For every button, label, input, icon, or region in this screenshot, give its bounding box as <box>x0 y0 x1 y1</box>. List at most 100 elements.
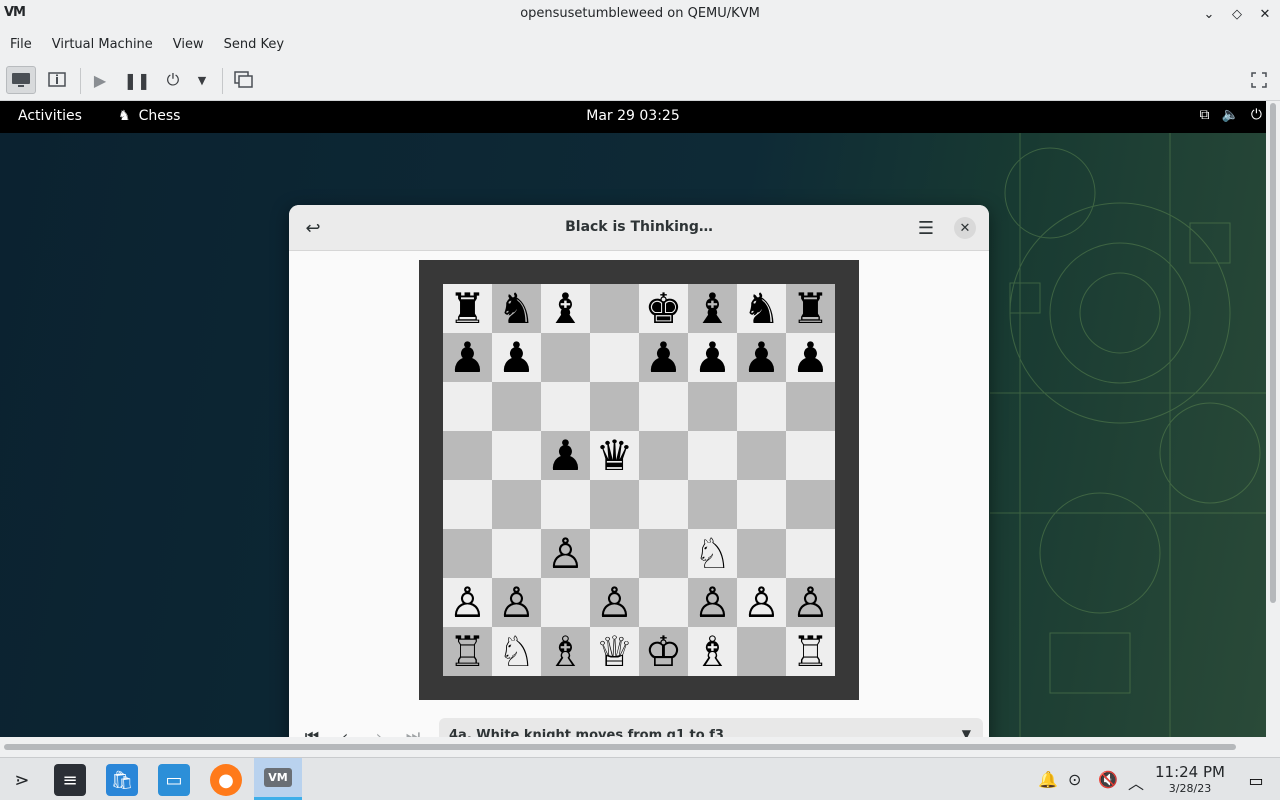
square-f5[interactable] <box>688 431 737 480</box>
square-c6[interactable] <box>541 382 590 431</box>
square-f6[interactable] <box>688 382 737 431</box>
square-d6[interactable] <box>590 382 639 431</box>
square-a8[interactable]: ♜ <box>443 284 492 333</box>
firefox-taskbar[interactable]: ● <box>210 764 242 796</box>
square-b8[interactable]: ♞ <box>492 284 541 333</box>
updates-icon[interactable]: ⊙ <box>1068 770 1081 789</box>
square-f3[interactable]: ♘ <box>688 529 737 578</box>
chess-close-button[interactable]: ✕ <box>954 217 976 239</box>
square-d1[interactable]: ♕ <box>590 627 639 676</box>
square-a7[interactable]: ♟ <box>443 333 492 382</box>
guest-display[interactable]: Activities ♞ Chess Mar 29 03:25 ⧉ 🔈 ⏻ ↩ … <box>0 101 1266 737</box>
square-d7[interactable] <box>590 333 639 382</box>
square-a1[interactable]: ♖ <box>443 627 492 676</box>
square-b6[interactable] <box>492 382 541 431</box>
square-h2[interactable]: ♙ <box>786 578 835 627</box>
menu-view[interactable]: View <box>173 37 204 52</box>
square-e2[interactable] <box>639 578 688 627</box>
square-g5[interactable] <box>737 431 786 480</box>
show-desktop-button[interactable]: ▭ <box>1240 764 1272 796</box>
snapshots-button[interactable] <box>229 66 259 94</box>
square-h7[interactable]: ♟ <box>786 333 835 382</box>
last-move-button[interactable]: ⏭ <box>398 721 428 737</box>
square-g2[interactable]: ♙ <box>737 578 786 627</box>
square-c5[interactable]: ♟ <box>541 431 590 480</box>
launcher-button[interactable]: ⋗ <box>6 764 38 796</box>
square-a2[interactable]: ♙ <box>443 578 492 627</box>
chess-board[interactable]: ♜ ♞ ♝ ♚ ♝ ♞ ♜ ♟ ♟ ♟ ♟ ♟ ♟ ♟ ♛ ♙ ♘ ♙ ♙ ♙ ♙ ♙ ♙ ♖ ♘ ♗ ♕ ♔ ♗ ♖ <box>443 284 835 676</box>
volume-muted-icon[interactable]: 🔇 <box>1098 770 1118 789</box>
square-c3[interactable]: ♙ <box>541 529 590 578</box>
horizontal-scrollbar[interactable] <box>0 737 1280 757</box>
minimize-icon[interactable]: ⌄ <box>1202 4 1216 24</box>
square-f8[interactable]: ♝ <box>688 284 737 333</box>
menu-send-key[interactable]: Send Key <box>224 37 284 52</box>
menu-file[interactable]: File <box>10 37 32 52</box>
shutdown-button[interactable]: ⏻ <box>158 66 188 94</box>
square-d2[interactable]: ♙ <box>590 578 639 627</box>
square-a3[interactable] <box>443 529 492 578</box>
pause-button[interactable]: ❚❚ <box>122 66 152 94</box>
square-f7[interactable]: ♟ <box>688 333 737 382</box>
first-move-button[interactable]: ⏮ <box>297 721 327 737</box>
square-g4[interactable] <box>737 480 786 529</box>
square-h4[interactable] <box>786 480 835 529</box>
square-h8[interactable]: ♜ <box>786 284 835 333</box>
square-a5[interactable] <box>443 431 492 480</box>
square-e6[interactable] <box>639 382 688 431</box>
square-f1[interactable]: ♗ <box>688 627 737 676</box>
square-b7[interactable]: ♟ <box>492 333 541 382</box>
square-g1[interactable] <box>737 627 786 676</box>
square-d8[interactable] <box>590 284 639 333</box>
square-a6[interactable] <box>443 382 492 431</box>
previous-move-button[interactable]: ‹ <box>330 721 360 738</box>
taskbar-clock[interactable]: 11:24 PM 3/28/23 <box>1150 763 1230 795</box>
details-view-button[interactable] <box>42 66 72 94</box>
square-c4[interactable] <box>541 480 590 529</box>
square-e5[interactable] <box>639 431 688 480</box>
square-c1[interactable]: ♗ <box>541 627 590 676</box>
square-b1[interactable]: ♘ <box>492 627 541 676</box>
square-h3[interactable] <box>786 529 835 578</box>
square-c8[interactable]: ♝ <box>541 284 590 333</box>
square-g7[interactable]: ♟ <box>737 333 786 382</box>
square-g3[interactable] <box>737 529 786 578</box>
square-e4[interactable] <box>639 480 688 529</box>
fullscreen-button[interactable] <box>1244 66 1274 94</box>
square-d4[interactable] <box>590 480 639 529</box>
shutdown-menu-button[interactable]: ▼ <box>190 66 214 94</box>
square-c2[interactable] <box>541 578 590 627</box>
square-b5[interactable] <box>492 431 541 480</box>
clock[interactable]: Mar 29 03:25 <box>0 108 1266 124</box>
file-manager-taskbar[interactable]: ▭ <box>158 764 190 796</box>
square-e1[interactable]: ♔ <box>639 627 688 676</box>
square-e3[interactable] <box>639 529 688 578</box>
maximize-icon[interactable]: ◇ <box>1230 4 1244 24</box>
square-d3[interactable] <box>590 529 639 578</box>
square-a4[interactable] <box>443 480 492 529</box>
console-view-button[interactable] <box>6 66 36 94</box>
tray-expand-icon[interactable]: ︿ <box>1128 770 1144 794</box>
move-history-combo[interactable]: 4a. White knight moves from g1 to f3 ▼ <box>439 718 983 737</box>
notifications-icon[interactable]: 🔔 <box>1038 770 1058 789</box>
run-button[interactable]: ▶ <box>85 66 115 94</box>
next-move-button[interactable]: › <box>364 721 394 738</box>
main-menu-button[interactable]: ☰ <box>913 216 939 240</box>
menu-virtual-machine[interactable]: Virtual Machine <box>52 37 153 52</box>
square-d5[interactable]: ♛ <box>590 431 639 480</box>
square-f2[interactable]: ♙ <box>688 578 737 627</box>
vertical-scrollbar[interactable] <box>1266 101 1280 737</box>
square-e7[interactable]: ♟ <box>639 333 688 382</box>
square-e8[interactable]: ♚ <box>639 284 688 333</box>
square-b3[interactable] <box>492 529 541 578</box>
square-b4[interactable] <box>492 480 541 529</box>
square-c7[interactable] <box>541 333 590 382</box>
discover-taskbar[interactable]: 🛍 <box>106 764 138 796</box>
square-g6[interactable] <box>737 382 786 431</box>
square-g8[interactable]: ♞ <box>737 284 786 333</box>
virt-manager-taskbar[interactable]: VM <box>254 758 302 800</box>
square-b2[interactable]: ♙ <box>492 578 541 627</box>
system-menu[interactable]: ⧉ 🔈 ⏻ <box>1199 107 1262 123</box>
square-h1[interactable]: ♖ <box>786 627 835 676</box>
square-h6[interactable] <box>786 382 835 431</box>
